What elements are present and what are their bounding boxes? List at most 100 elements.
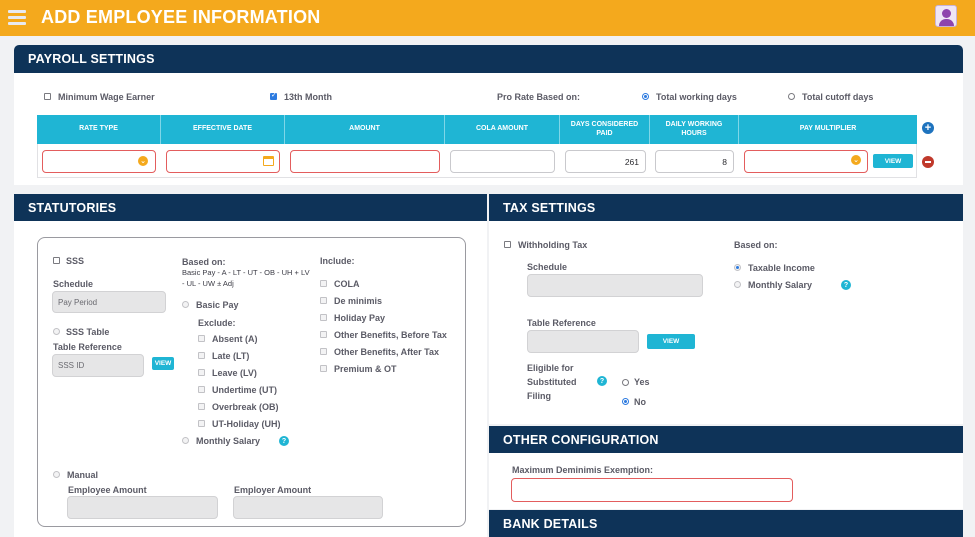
col-cola-amount: COLA AMOUNT: [445, 115, 560, 144]
table-reference-label: Table Reference: [53, 342, 122, 352]
include-checkbox[interactable]: [320, 331, 327, 338]
include-checkbox[interactable]: [320, 348, 327, 355]
tax-schedule-label: Schedule: [527, 262, 568, 272]
manual-label: Manual: [67, 470, 99, 480]
include-holiday-pay: Holiday Pay: [334, 313, 386, 323]
include-label: Include:: [320, 256, 355, 266]
substituted-no-label: No: [634, 397, 646, 407]
exclude-checkbox[interactable]: [198, 369, 205, 376]
section-title: TAX SETTINGS: [503, 200, 596, 215]
sss-table-label: SSS Table: [66, 327, 110, 337]
include-premium-ot: Premium & OT: [334, 364, 397, 374]
col-pay-multiplier: PAY MULTIPLIER: [739, 115, 917, 144]
avatar[interactable]: [935, 5, 957, 27]
prorate-label: Pro Rate Based on:: [497, 92, 581, 102]
sss-checkbox[interactable]: [53, 257, 60, 264]
include-checkbox[interactable]: [320, 297, 327, 304]
thirteenth-month-label: 13th Month: [284, 92, 332, 102]
tax-schedule-field: [527, 274, 703, 297]
substituted-yes-radio[interactable]: [622, 379, 629, 386]
include-list: COLA De minimis Holiday Pay Other Benefi…: [320, 275, 460, 379]
col-daily-hours: DAILY WORKING HOURS: [650, 115, 739, 144]
substituted-label: Substituted: [527, 377, 577, 387]
max-deminimis-label: Maximum Deminimis Exemption:: [512, 465, 654, 475]
taxable-income-radio[interactable]: [734, 264, 741, 271]
sss-table-radio[interactable]: [53, 328, 60, 335]
sss-view-button[interactable]: VIEW: [152, 357, 174, 370]
exclude-checkbox[interactable]: [198, 386, 205, 393]
include-checkbox[interactable]: [320, 280, 327, 287]
employee-amount-label: Employee Amount: [68, 485, 147, 495]
monthly-salary-label: Monthly Salary: [196, 436, 261, 446]
substituted-yes-label: Yes: [634, 377, 650, 387]
prorate-working-radio[interactable]: [642, 93, 649, 100]
exclude-late: Late (LT): [212, 351, 250, 361]
help-icon[interactable]: ?: [597, 376, 607, 386]
max-deminimis-input[interactable]: [511, 478, 793, 502]
exclude-checkbox[interactable]: [198, 352, 205, 359]
section-title: OTHER CONFIGURATION: [503, 432, 659, 447]
days-paid-input[interactable]: 261: [565, 150, 646, 173]
tax-monthly-salary-radio[interactable]: [734, 281, 741, 288]
chevron-down-icon[interactable]: ⌄: [138, 156, 148, 166]
include-checkbox[interactable]: [320, 365, 327, 372]
exclude-checkbox[interactable]: [198, 335, 205, 342]
schedule-label: Schedule: [53, 279, 94, 289]
min-wage-label: Minimum Wage Earner: [58, 92, 155, 102]
basic-pay-label: Basic Pay: [196, 300, 239, 310]
prorate-working-label: Total working days: [656, 92, 737, 102]
tax-table-reference-label: Table Reference: [527, 318, 596, 328]
page-title: ADD EMPLOYEE INFORMATION: [41, 7, 321, 27]
col-amount: AMOUNT: [285, 115, 445, 144]
manual-radio[interactable]: [53, 471, 60, 478]
sss-id-field: SSS ID: [52, 354, 144, 377]
tax-table-reference-field: [527, 330, 639, 353]
pay-multiplier-view-button[interactable]: VIEW: [873, 154, 913, 168]
taxable-income-label: Taxable Income: [748, 263, 815, 273]
pay-multiplier-select[interactable]: [744, 150, 868, 173]
col-effective-date: EFFECTIVE DATE: [161, 115, 285, 144]
section-title: PAYROLL SETTINGS: [28, 52, 155, 66]
exclude-overbreak: Overbreak (OB): [212, 402, 279, 412]
amount-input[interactable]: [290, 150, 440, 173]
col-days-paid: DAYS CONSIDERED PAID: [560, 115, 650, 144]
remove-row-icon[interactable]: [922, 156, 934, 168]
exclude-undertime: Undertime (UT): [212, 385, 277, 395]
monthly-salary-radio[interactable]: [182, 437, 189, 444]
include-benefits-after-tax: Other Benefits, After Tax: [334, 347, 440, 357]
chevron-down-icon[interactable]: ⌄: [851, 155, 861, 165]
employer-amount-label: Employer Amount: [234, 485, 312, 495]
substituted-no-radio[interactable]: [622, 398, 629, 405]
include-benefits-before-tax: Other Benefits, Before Tax: [334, 330, 447, 340]
include-deminimis: De minimis: [334, 296, 383, 306]
exclude-leave: Leave (LV): [212, 368, 257, 378]
exclude-absent: Absent (A): [212, 334, 258, 344]
help-icon[interactable]: ?: [841, 280, 851, 290]
thirteenth-month-checkbox[interactable]: [270, 91, 277, 100]
tax-settings-header: TAX SETTINGS: [489, 194, 963, 221]
exclude-checkbox[interactable]: [198, 420, 205, 427]
tax-monthly-salary-label: Monthly Salary: [748, 280, 813, 290]
payroll-settings-header: PAYROLL SETTINGS: [14, 45, 963, 73]
include-checkbox[interactable]: [320, 314, 327, 321]
daily-hours-input[interactable]: 8: [655, 150, 734, 173]
sss-label: SSS: [66, 256, 85, 266]
menu-icon[interactable]: [8, 10, 26, 25]
exclude-checkbox[interactable]: [198, 403, 205, 410]
employer-amount-input: [233, 496, 383, 519]
min-wage-checkbox[interactable]: [44, 93, 51, 100]
rate-table-header: RATE TYPE EFFECTIVE DATE AMOUNT COLA AMO…: [37, 115, 917, 144]
tax-view-button[interactable]: VIEW: [647, 334, 695, 349]
exclude-label: Exclude:: [198, 318, 236, 328]
help-icon[interactable]: ?: [279, 436, 289, 446]
prorate-cutoff-radio[interactable]: [788, 93, 795, 100]
exclude-list: Absent (A) Late (LT) Leave (LV) Undertim…: [198, 331, 308, 437]
col-rate-type: RATE TYPE: [37, 115, 161, 144]
eligible-label: Eligible for: [527, 363, 574, 373]
add-row-icon[interactable]: +: [922, 122, 934, 134]
tax-settings-panel: [489, 194, 963, 424]
calendar-icon[interactable]: [263, 156, 274, 166]
basic-pay-radio[interactable]: [182, 301, 189, 308]
cola-amount-input[interactable]: [450, 150, 555, 173]
withholding-tax-checkbox[interactable]: [504, 241, 511, 248]
